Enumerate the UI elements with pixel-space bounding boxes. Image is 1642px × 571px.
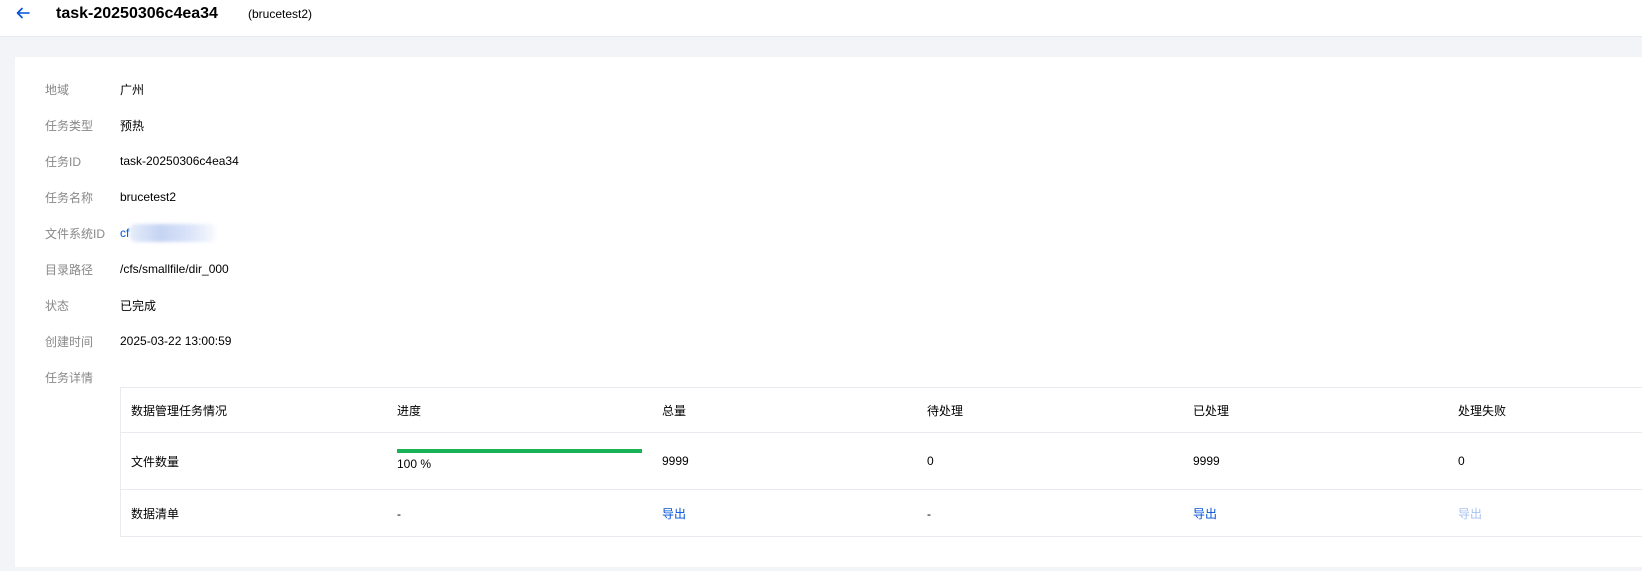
task-id-label: 任务ID: [45, 154, 82, 169]
info-row-task-type: 任务类型 预热: [45, 115, 144, 135]
info-row-status: 状态 已完成: [45, 295, 156, 315]
page-subtitle: (brucetest2): [248, 7, 313, 21]
header-processed: 已处理: [1193, 403, 1230, 418]
task-name-value: brucetest2: [120, 190, 177, 204]
dir-path-value: /cfs/smallfile/dir_000: [120, 262, 229, 276]
page-title: task-20250306c4ea34: [56, 5, 218, 22]
header-progress: 进度: [397, 403, 422, 418]
total-value: 9999: [662, 454, 689, 468]
region-value: 广州: [120, 82, 145, 97]
export-processed-link[interactable]: 导出: [1193, 505, 1217, 522]
task-id-value: task-20250306c4ea34: [120, 154, 239, 168]
created-value: 2025-03-22 13:00:59: [120, 334, 232, 348]
created-label: 创建时间: [45, 334, 94, 349]
info-row-task-id: 任务ID task-20250306c4ea34: [45, 151, 239, 171]
status-value: 已完成: [120, 298, 157, 313]
fs-id-label: 文件系统ID: [45, 226, 106, 241]
header-total: 总量: [662, 403, 687, 418]
header-failed: 处理失败: [1458, 403, 1507, 418]
progress-fill: [397, 449, 642, 453]
dir-path-label: 目录路径: [45, 262, 94, 277]
details-label: 任务详情: [45, 370, 94, 385]
top-bar: task-20250306c4ea34 (brucetest2): [0, 0, 1642, 37]
back-arrow-icon[interactable]: [14, 4, 32, 22]
task-detail-card: 地域 广州 任务类型 预热 任务ID task-20250306c4ea34 任…: [15, 57, 1642, 567]
progress-bar: 100 %: [397, 449, 642, 471]
info-row-fs-id: 文件系统ID cf: [45, 223, 217, 243]
info-row-created: 创建时间 2025-03-22 13:00:59: [45, 331, 231, 351]
progress-text: 100 %: [397, 457, 432, 471]
export-total-link[interactable]: 导出: [662, 505, 686, 522]
table-row: 数据清单 - 导出 - 导出 导出: [121, 490, 1642, 537]
table-row: 文件数量 100 % 9999 0 9999 0: [121, 433, 1642, 490]
data-list-label: 数据清单: [131, 507, 180, 521]
data-list-progress: -: [397, 506, 401, 521]
info-row-details: 任务详情: [45, 367, 120, 387]
task-name-label: 任务名称: [45, 190, 94, 205]
fs-id-link[interactable]: cf: [120, 224, 217, 242]
header-task-status: 数据管理任务情况: [131, 403, 228, 418]
export-failed-link: 导出: [1458, 507, 1483, 521]
fs-id-redacted: [130, 224, 217, 242]
table-header-row: 数据管理任务情况 进度 总量 待处理 已处理 处理失败: [121, 388, 1642, 433]
status-label: 状态: [45, 298, 70, 313]
info-row-task-name: 任务名称 brucetest2: [45, 187, 176, 207]
failed-value: 0: [1458, 454, 1465, 468]
task-detail-table: 数据管理任务情况 进度 总量 待处理 已处理 处理失败 文件数量 100 % 9…: [120, 387, 1642, 537]
file-count-label: 文件数量: [131, 454, 180, 469]
task-type-label: 任务类型: [45, 118, 94, 133]
progress-track: [397, 449, 642, 453]
processed-value: 9999: [1193, 454, 1220, 468]
data-list-pending: -: [927, 506, 931, 521]
header-pending: 待处理: [927, 403, 964, 418]
region-label: 地域: [45, 82, 70, 97]
pending-value: 0: [927, 454, 934, 468]
info-row-region: 地域 广州: [45, 79, 144, 99]
task-type-value: 预热: [120, 118, 145, 133]
fs-id-value: cf: [120, 226, 130, 240]
info-row-dir-path: 目录路径 /cfs/smallfile/dir_000: [45, 259, 229, 279]
